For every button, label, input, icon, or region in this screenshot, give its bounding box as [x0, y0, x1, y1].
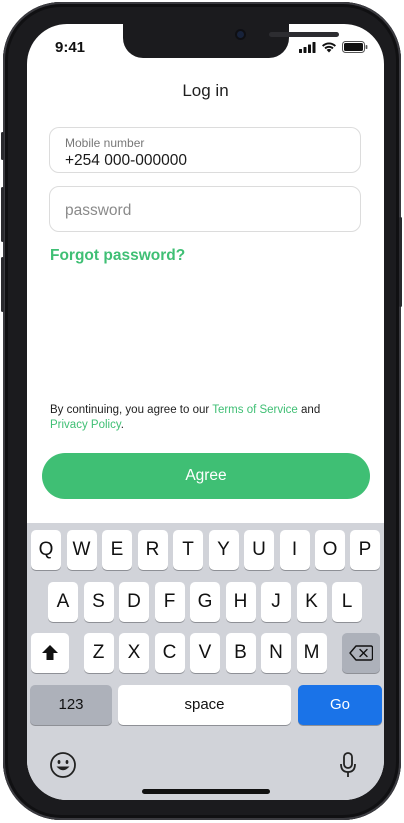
key-n[interactable]: N: [261, 633, 291, 673]
key-a[interactable]: A: [48, 582, 78, 622]
phone-frame: 9:41 Log in Mobile number +254 000-00000…: [1, 2, 402, 820]
backspace-key[interactable]: [342, 633, 380, 673]
key-f[interactable]: F: [154, 582, 185, 622]
key-c[interactable]: C: [154, 633, 185, 673]
key-y[interactable]: Y: [208, 530, 239, 570]
page-title: Log in: [182, 81, 229, 100]
numbers-key[interactable]: 123: [30, 685, 112, 725]
speaker: [269, 32, 339, 37]
microphone-icon[interactable]: [339, 751, 357, 779]
mobile-number-field[interactable]: Mobile number +254 000-000000: [49, 127, 361, 173]
key-j[interactable]: J: [261, 582, 291, 622]
key-w[interactable]: W: [66, 530, 97, 570]
battery-icon: [342, 41, 368, 53]
key-x[interactable]: X: [119, 633, 149, 673]
power-button: [399, 217, 402, 307]
key-g[interactable]: G: [190, 582, 220, 622]
status-time: 9:41: [55, 39, 86, 56]
backspace-icon: [349, 645, 374, 661]
space-key[interactable]: space: [118, 685, 291, 725]
go-key[interactable]: Go: [298, 685, 382, 725]
key-l[interactable]: L: [332, 582, 362, 622]
signal-icon: [299, 41, 316, 53]
password-placeholder: password: [65, 202, 132, 219]
terms-text: By continuing, you agree to our Terms of…: [50, 403, 360, 433]
key-p[interactable]: P: [350, 530, 380, 570]
mobile-number-label: Mobile number: [65, 136, 145, 150]
forgot-password-link[interactable]: Forgot password?: [50, 247, 185, 265]
key-t[interactable]: T: [173, 530, 203, 570]
emoji-icon[interactable]: [49, 751, 77, 779]
key-v[interactable]: V: [190, 633, 220, 673]
terms-of-service-link[interactable]: Terms of Service: [212, 404, 298, 416]
screen: 9:41 Log in Mobile number +254 000-00000…: [27, 24, 384, 800]
key-q[interactable]: Q: [31, 530, 61, 570]
key-k[interactable]: K: [296, 582, 327, 622]
status-icons: [299, 41, 368, 53]
terms-suffix: .: [120, 419, 124, 431]
key-u[interactable]: U: [244, 530, 274, 570]
key-e[interactable]: E: [102, 530, 132, 570]
volume-up-button: [1, 187, 4, 242]
camera-icon: [235, 29, 246, 40]
home-indicator[interactable]: [142, 789, 270, 794]
key-r[interactable]: R: [137, 530, 168, 570]
terms-and: and: [297, 404, 321, 416]
key-z[interactable]: Z: [83, 633, 114, 673]
key-d[interactable]: D: [119, 582, 149, 622]
shift-key[interactable]: [31, 633, 69, 673]
key-b[interactable]: B: [225, 633, 256, 673]
key-m[interactable]: M: [296, 633, 327, 673]
wifi-icon: [322, 42, 336, 53]
key-i[interactable]: I: [279, 530, 310, 570]
agree-button[interactable]: Agree: [42, 453, 370, 499]
mobile-number-value[interactable]: +254 000-000000: [65, 152, 187, 170]
keyboard: Q W E R T Y U I O P A S D F G H J K L Z …: [27, 523, 384, 800]
password-field[interactable]: password: [49, 186, 361, 232]
key-h[interactable]: H: [225, 582, 256, 622]
privacy-policy-link[interactable]: Privacy Policy: [50, 419, 121, 431]
terms-prefix: By continuing, you agree to our: [50, 404, 213, 416]
mute-switch: [1, 132, 4, 160]
key-o[interactable]: O: [315, 530, 345, 570]
key-s[interactable]: S: [83, 582, 114, 622]
volume-down-button: [1, 257, 4, 312]
notch: [123, 24, 339, 58]
shift-icon: [42, 645, 58, 660]
